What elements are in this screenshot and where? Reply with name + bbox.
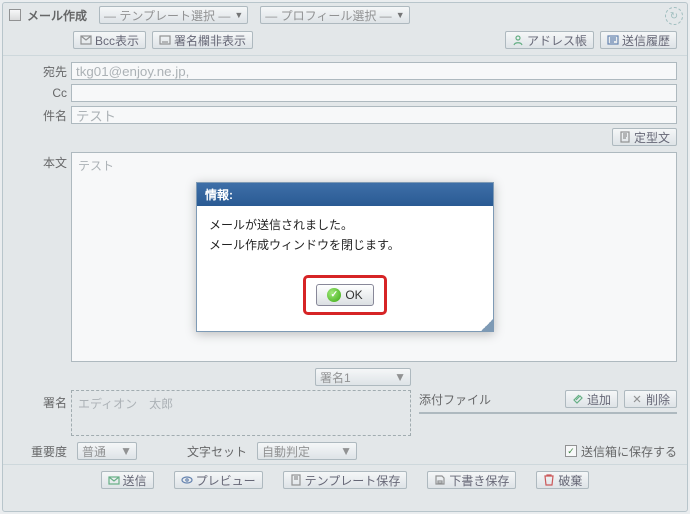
dialog-body: メールが送信されました。 メール作成ウィンドウを閉じます。 — [197, 206, 493, 264]
resize-grip[interactable] — [481, 319, 493, 331]
check-circle-icon: ✓ — [327, 288, 341, 302]
info-dialog: 情報: メールが送信されました。 メール作成ウィンドウを閉じます。 ✓ OK — [196, 182, 494, 331]
dialog-line-2: メール作成ウィンドウを閉じます。 — [209, 236, 481, 255]
dialog-line-1: メールが送信されました。 — [209, 216, 481, 235]
dialog-title: 情報: — [197, 183, 493, 206]
ok-button[interactable]: ✓ OK — [316, 284, 373, 306]
ok-highlight: ✓ OK — [303, 275, 386, 315]
modal-overlay: 情報: メールが送信されました。 メール作成ウィンドウを閉じます。 ✓ OK — [0, 0, 690, 514]
